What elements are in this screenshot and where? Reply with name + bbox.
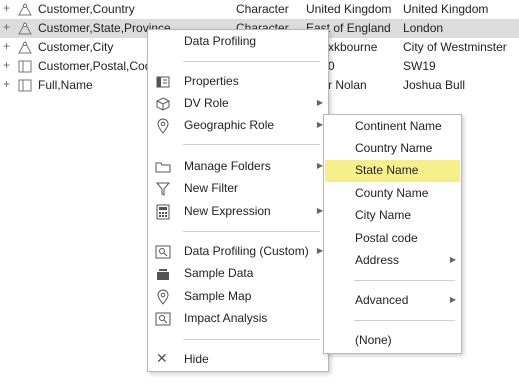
map-pin-icon bbox=[157, 289, 169, 305]
close-icon: ✕ bbox=[156, 350, 168, 366]
chevron-right-icon: ▶ bbox=[449, 295, 456, 304]
submenu-item-city-name[interactable]: City Name bbox=[325, 205, 460, 227]
properties-icon bbox=[156, 76, 170, 88]
menu-item-manage-folders[interactable]: Manage Folders ▶ bbox=[149, 156, 327, 178]
expand-icon[interactable]: + bbox=[3, 1, 10, 15]
row-value: Joshua Bull bbox=[403, 78, 466, 92]
geographic-role-submenu: Continent Name Country Name State Name C… bbox=[323, 114, 462, 354]
menu-item-label: Properties bbox=[184, 74, 239, 88]
menu-item-label: Data Profiling (Custom) bbox=[184, 244, 309, 258]
menu-item-label: Geographic Role bbox=[184, 118, 275, 132]
menu-item-label: Impact Analysis bbox=[184, 311, 268, 325]
submenu-item-advanced[interactable]: Advanced ▶ bbox=[325, 290, 460, 312]
submenu-item-address[interactable]: Address ▶ bbox=[325, 250, 460, 272]
menu-separator bbox=[354, 280, 455, 281]
sample-data-icon bbox=[157, 269, 169, 280]
expand-icon[interactable]: + bbox=[3, 58, 10, 72]
list-icon bbox=[18, 79, 32, 92]
chevron-right-icon: ▶ bbox=[449, 255, 456, 264]
filter-icon bbox=[155, 182, 171, 196]
menu-item-label: Sample Map bbox=[184, 289, 252, 303]
chevron-right-icon: ▶ bbox=[316, 98, 323, 107]
table-row[interactable]: + Customer,Country Character United King… bbox=[0, 0, 519, 19]
menu-separator bbox=[183, 339, 320, 340]
menu-item-impact-analysis[interactable]: Impact Analysis bbox=[149, 308, 327, 330]
submenu-item-label: Postal code bbox=[355, 231, 418, 245]
context-menu: Data Profiling Properties DV Role ▶ Geog… bbox=[147, 29, 329, 372]
menu-item-label: Hide bbox=[184, 352, 209, 366]
menu-item-label: DV Role bbox=[184, 96, 229, 110]
row-name: Customer,Postal,Cod bbox=[38, 59, 152, 73]
profile-icon bbox=[155, 245, 171, 259]
row-name: Full,Name bbox=[38, 78, 93, 92]
folder-icon bbox=[155, 162, 171, 173]
submenu-item-label: Country Name bbox=[355, 141, 433, 155]
expand-icon[interactable]: + bbox=[3, 20, 10, 34]
hierarchy-icon bbox=[18, 22, 32, 35]
menu-item-properties[interactable]: Properties bbox=[149, 71, 327, 93]
menu-item-label: Data Profiling bbox=[184, 34, 257, 48]
menu-item-geographic-role[interactable]: Geographic Role ▶ bbox=[149, 115, 327, 137]
submenu-item-label: Continent Name bbox=[355, 119, 442, 133]
menu-item-label: New Expression bbox=[184, 204, 271, 218]
menu-item-data-profiling-custom[interactable]: Data Profiling (Custom) ▶ bbox=[149, 241, 327, 263]
list-icon bbox=[18, 60, 32, 73]
menu-separator bbox=[183, 231, 320, 232]
menu-item-label: Sample Data bbox=[184, 266, 254, 280]
submenu-item-continent-name[interactable]: Continent Name bbox=[325, 116, 460, 138]
menu-item-sample-data[interactable]: Sample Data bbox=[149, 263, 327, 285]
map-pin-icon bbox=[157, 118, 169, 134]
hierarchy-icon bbox=[18, 3, 32, 16]
expand-icon[interactable]: + bbox=[3, 39, 10, 53]
row-type: Character bbox=[236, 2, 289, 16]
submenu-item-label: Advanced bbox=[355, 293, 409, 307]
impact-icon bbox=[155, 312, 171, 326]
row-name: Customer,Country bbox=[38, 2, 135, 16]
row-value: London bbox=[403, 21, 444, 35]
row-value: United Kingdom bbox=[306, 2, 392, 16]
menu-item-new-expression[interactable]: New Expression ▶ bbox=[149, 201, 327, 223]
submenu-item-county-name[interactable]: County Name bbox=[325, 183, 460, 205]
cube-icon bbox=[156, 97, 170, 111]
hierarchy-icon bbox=[18, 41, 32, 54]
submenu-item-postal-code[interactable]: Postal code bbox=[325, 228, 460, 250]
menu-item-dv-role[interactable]: DV Role ▶ bbox=[149, 93, 327, 115]
menu-item-label: Manage Folders bbox=[184, 159, 271, 173]
row-value: City of Westminster bbox=[403, 40, 507, 54]
calculator-icon bbox=[156, 204, 170, 220]
menu-separator bbox=[183, 144, 320, 145]
row-value: xkbourne bbox=[328, 40, 378, 54]
menu-item-data-profiling[interactable]: Data Profiling bbox=[149, 31, 327, 53]
menu-item-label: New Filter bbox=[184, 181, 239, 195]
row-value: r Nolan bbox=[328, 78, 367, 92]
expand-icon[interactable]: + bbox=[3, 77, 10, 91]
menu-item-new-filter[interactable]: New Filter bbox=[149, 178, 327, 200]
submenu-item-state-name[interactable]: State Name bbox=[325, 160, 460, 182]
submenu-item-label: City Name bbox=[355, 208, 412, 222]
submenu-item-label: County Name bbox=[355, 186, 429, 200]
submenu-item-none[interactable]: (None) bbox=[325, 330, 460, 352]
row-value: 0 bbox=[328, 59, 335, 73]
row-value: SW19 bbox=[403, 59, 436, 73]
menu-item-sample-map[interactable]: Sample Map bbox=[149, 286, 327, 308]
row-name: Customer,City bbox=[38, 40, 114, 54]
submenu-item-label: (None) bbox=[355, 333, 392, 347]
submenu-item-label: State Name bbox=[355, 163, 419, 177]
submenu-item-country-name[interactable]: Country Name bbox=[325, 138, 460, 160]
menu-separator bbox=[354, 320, 455, 321]
submenu-item-label: Address bbox=[355, 253, 400, 267]
row-value: United Kingdom bbox=[403, 2, 489, 16]
menu-separator bbox=[183, 61, 320, 62]
menu-item-hide[interactable]: ✕ Hide bbox=[149, 349, 327, 371]
